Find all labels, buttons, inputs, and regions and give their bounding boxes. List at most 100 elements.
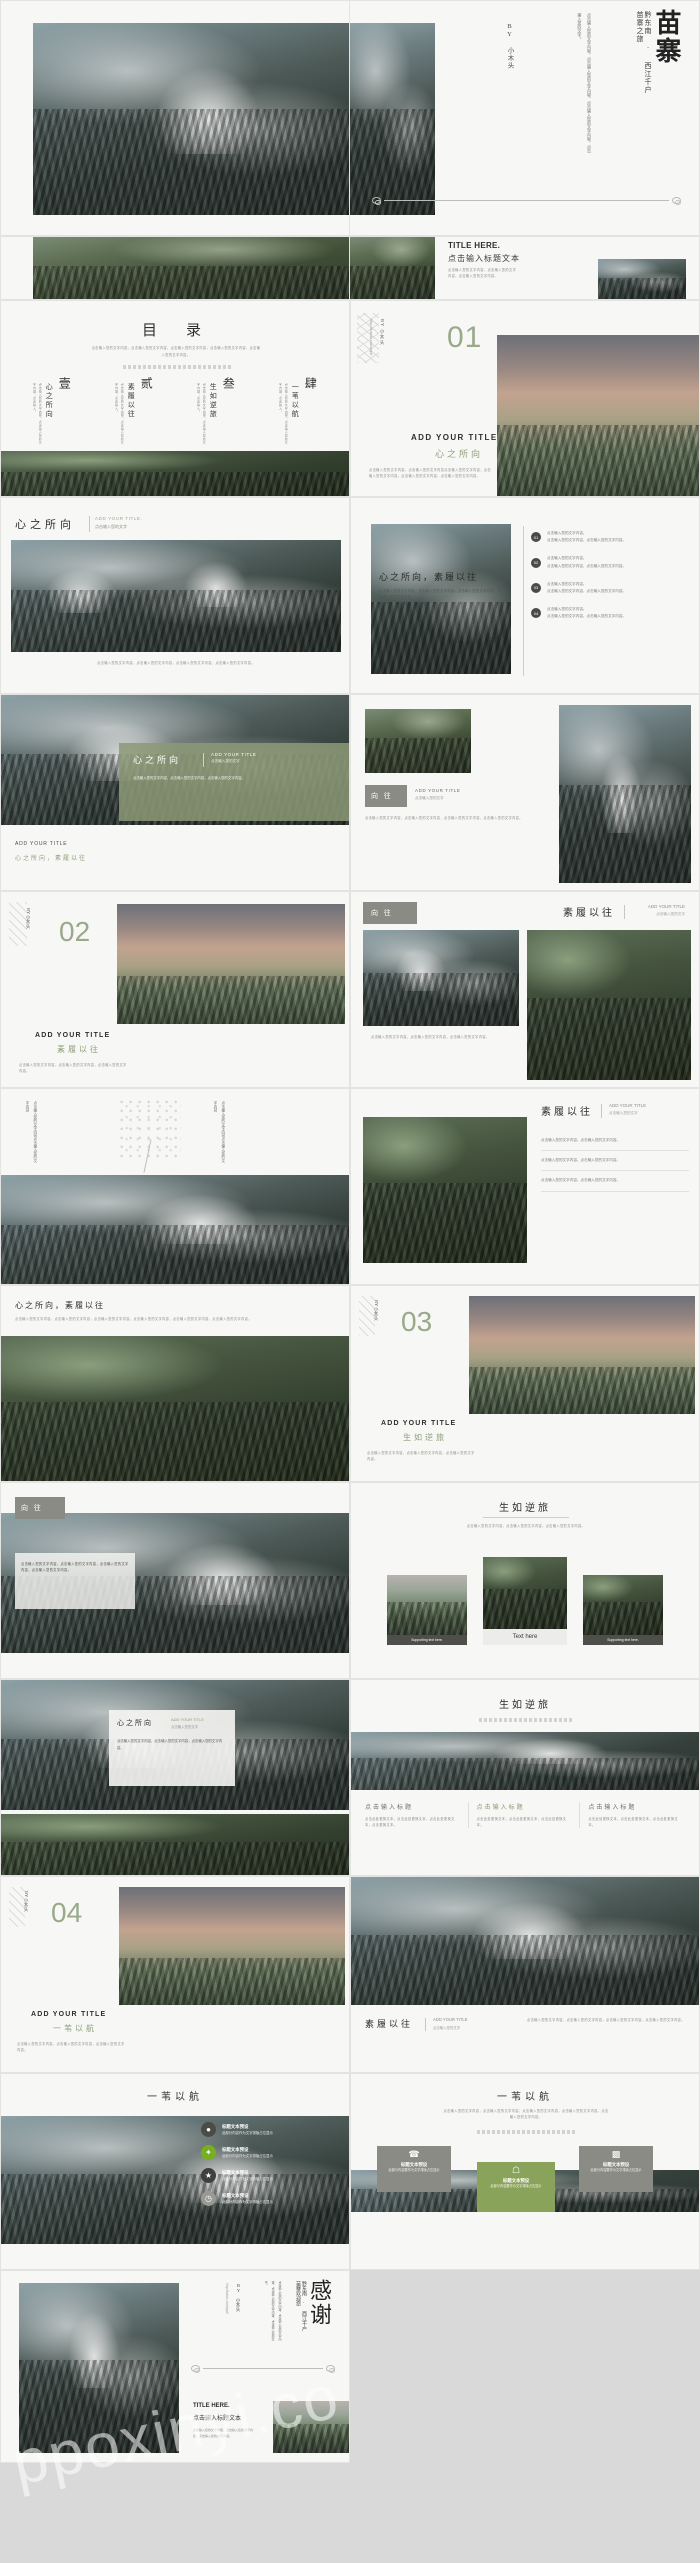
slide-ywyh-boxes[interactable]: 一苇以航 点击输入您的文字内容，点击输入您的文字内容，点击输入您的文字内容，点击… <box>350 2073 700 2270</box>
toc-item-num: 贰 <box>139 377 154 389</box>
srnl-col-body: 点击此处更换文本，点击此处更换文本，点击此处更换文本，点击更换文本。 <box>365 1817 455 1828</box>
bullet-number-badge: 04 <box>531 608 541 619</box>
srnl-col-body: 点击此处更换文本，点击此处更换文本，点击此处更换文本。 <box>476 1817 567 1828</box>
section-01-cn-title: 心之所向 <box>435 449 484 459</box>
toc-item-label: 素履以往 <box>127 383 136 419</box>
slide-cover-left[interactable] <box>0 0 350 236</box>
ywyh-item-body: 此部分内容作为文字排版占位显示 <box>222 2200 273 2204</box>
sy-tag-label: 向 往 <box>371 909 393 917</box>
section-03-body: 点击输入您的文字内容，点击输入您的文字内容，点击输入您的文字内容。 <box>367 1451 475 1462</box>
slide-xzsx3[interactable]: 心之所向 ADD YOUR TITLE 点击输入您的文字 点击输入您的文字内容，… <box>0 1679 350 1876</box>
bullet-row[interactable]: 04 点击输入您的文字内容。 点击输入您的文字内容，点击输入您的文字内容。 <box>531 606 691 620</box>
slide-thanks-left[interactable]: 感谢 黔东南 · 西江千户 苗寨欢迎您 点击输入您的文字内容，点击输入您的文字内… <box>0 2270 350 2463</box>
slide-photo-wide[interactable] <box>0 236 350 300</box>
leaf-icon: ✦ <box>201 2145 216 2160</box>
slide-section-04[interactable]: BY 小木头 04 ADD YOUR TITLE 一苇以航 点击输入您的文字内容… <box>0 1876 350 2073</box>
ywyh-list-item[interactable]: ◷ 标题文本预设 此部分内容作为文字排版占位显示 <box>201 2191 273 2206</box>
section-04-cn-title: 一苇以航 <box>53 2024 97 2033</box>
srnl-col[interactable]: 点击输入标题 点击此处更换文本，点击此处更换文本，点击此处更换文本。 <box>476 1802 581 1829</box>
slide-bullets[interactable]: 心之所向，素履以往 点击输入您的文字内容，点击输入您的文字内容，点击输入您的文字… <box>350 497 700 694</box>
slide-xzsx[interactable]: 心之所向 ADD YOUR TITLE. 点击输入您的文字 点击输入您的文字内容… <box>0 497 350 694</box>
section-01-body: 点击输入您的文字内容，点击输入您的文字内容点击输入您的文字内容，点击输入您的文字… <box>369 468 491 479</box>
green-panel-footer-cn: 心之所向，素履以往 <box>15 856 88 862</box>
srnl-card[interactable]: Text here <box>483 1557 567 1645</box>
slide-dandelion[interactable]: 点击输入您的文字内容点击输入您的文字内容 点击输入您的文字内容点击输入您的文字内… <box>0 1088 350 1285</box>
xw-cn-sub: 点击输入您的文字 <box>415 796 444 800</box>
slide-deck-preview: 苗寨 黔东南 · 西江千户 苗寨之旅 点击输入您的文字内容，点击输入您的文字内容… <box>0 0 700 2563</box>
ywyh-box[interactable]: ☖ 标题文本预设 此部分内容要作为文字排版占位显示 <box>477 2162 555 2212</box>
thanks-ornament <box>191 2365 335 2373</box>
ywyh-item-body: 此部分内容作为文字排版占位显示 <box>222 2177 273 2181</box>
sy2-row: 点击输入您的文字内容。点击输入您的文字内容。 <box>541 1171 689 1192</box>
ywyh-list-item[interactable]: ✦ 标题文本预设 此部分内容作为文字排版占位显示 <box>201 2145 273 2160</box>
toc-item-label: 一苇以航 <box>291 383 300 419</box>
branch-icon-2 <box>9 902 27 946</box>
srnl-col[interactable]: 点击输入标题 点击此处更换文本，点击此处更换文本，点击此处更换文本。 <box>588 1802 685 1828</box>
thanks-subtitle-1: 黔东南 · 西江千户 <box>301 2281 306 2331</box>
xzsx3-body: 点击输入您的文字内容，点击输入您的文字内容，点击输入您的文字内容。 <box>117 1739 223 1750</box>
slide-toc[interactable]: 目 录 点击输入您的文字内容，点击输入您的文字内容，点击输入您的文字内容，点击输… <box>0 300 350 497</box>
xw-body: 点击输入您的文字内容，点击输入您的文字内容，点击输入您的文字内容，点击输入您的文… <box>365 816 523 820</box>
slide-section-03[interactable]: BY 小木头 03 ADD YOUR TITLE 生如逆旅 点击输入您的文字内容… <box>350 1285 700 1482</box>
srnl-3col-title: 生如逆旅 <box>499 1700 551 1711</box>
ywyh-list-item[interactable]: ● 标题文本预设 此部分内容作为文字排版占位显示 <box>201 2122 273 2137</box>
slide-srnl-3col[interactable]: 生如逆旅 点击输入标题 点击此处更换文本，点击此处更换文本，点击此处更换文本，点… <box>350 1679 700 1876</box>
slide-srnl-cards[interactable]: 生如逆旅 点击输入您的文字内容，点击输入您的文字内容，点击输入您的文字内容。 S… <box>350 1482 700 1679</box>
ywyh-list-title: 一苇以航 <box>147 2092 203 2103</box>
slide-xiangwang[interactable]: 向 往 ADD YOUR TITLE 点击输入您的文字 点击输入您的文字内容，点… <box>350 694 700 891</box>
xzsx3-en-title: ADD YOUR TITLE <box>171 1717 204 1722</box>
ywyh-box-body: 此部分内容要作为文字排版占位显示 <box>590 2168 642 2172</box>
xzsx-cn-sub: 点击输入您的文字 <box>95 524 127 529</box>
srnl-cards-title: 生如逆旅 <box>499 1503 551 1514</box>
slide-suliyiwang[interactable]: 向 往 素履以往 ADD YOUR TITLE 点击输入您的文字 点击输入您的文… <box>350 891 700 1088</box>
sy3-title: 素履以往 <box>365 2019 414 2029</box>
slide-section-01[interactable]: BY 小木头 http://baidu.com/ppt/ 01 ADD YOUR… <box>350 300 700 497</box>
xzsx2-heading: 心之所向，素履以往 <box>15 1301 105 1310</box>
dandelion-text-2: 点击输入您的文字内容点击输入您的文字内容 <box>213 1101 226 1163</box>
slide-cover-bottom[interactable]: TITLE HERE. 点击输入标题文本 点击输入您的文字内容，点击输入您的文字… <box>350 236 700 300</box>
bullet-row[interactable]: 03 点击输入您的文字内容。 点击输入您的文字内容，点击输入您的文字内容。 <box>531 581 691 595</box>
toc-item-1[interactable]: 壹 心之所向 点击输入您的文字内容，点击输入您的文字内容，点击输入。 <box>31 377 73 445</box>
slide-sy2[interactable]: 素履以往 ADD YOUR TITLE 点击输入您的文字 点击输入您的文字内容。… <box>350 1088 700 1285</box>
sy-body: 点击输入您的文字内容，点击输入您的文字内容，点击输入您的文字内容。 <box>371 1035 490 1039</box>
slide-ywyh-list[interactable]: 一苇以航 ● 标题文本预设 此部分内容作为文字排版占位显示 ✦ 标题文本预设 此… <box>0 2073 350 2270</box>
toc-item-2[interactable]: 贰 素履以往 点击输入您的文字内容，点击输入您的文字内容，点击输入。 <box>113 377 155 445</box>
bullet-row[interactable]: 01 点击输入您的文字内容。 点击输入您的文字内容，点击输入您的文字内容。 <box>531 530 691 544</box>
star-icon: ★ <box>201 2168 216 2183</box>
ywyh-boxes-desc: 点击输入您的文字内容，点击输入您的文字内容，点击输入您的文字内容，点击输入您的文… <box>443 2109 609 2120</box>
slide-xzsx2[interactable]: 心之所向，素履以往 点击输入您的文字内容，点击输入您的文字内容，点击输入您的文字… <box>0 1285 350 1482</box>
cover-photo <box>33 23 349 215</box>
srnl-col[interactable]: 点击输入标题 点击此处更换文本，点击此处更换文本，点击此处更换文本，点击更换文本… <box>365 1802 469 1829</box>
thanks-photo <box>19 2283 179 2453</box>
bullet-row[interactable]: 02 点击输入您的文字内容。 点击输入您的文字内容，点击输入您的文字内容。 <box>531 555 691 569</box>
toc-item-num: 叁 <box>221 377 236 389</box>
slide-cover-right[interactable]: 苗寨 黔东南 · 西江千户 苗寨之旅 点击输入您的文字内容，点击输入您的文字内容… <box>350 0 700 236</box>
slide-xw2[interactable]: 向 往 点击输入您的文字内容，点击输入您的文字内容，点击输入您的文字内容，点击输… <box>0 1482 350 1679</box>
cover-photo-cont <box>350 23 435 215</box>
srnl-card[interactable]: Supporting text here. <box>387 1575 467 1645</box>
sy3-cn-sub: 点击输入您的文字 <box>433 2026 461 2030</box>
toc-item-3[interactable]: 叁 生如逆旅 点击输入您的文字内容，点击输入您的文字内容，点击输入。 <box>195 377 237 445</box>
ywyh-list-item[interactable]: ★ 标题文本预设 此部分内容作为文字排版占位显示 <box>201 2168 273 2183</box>
ornament-right-icon <box>672 197 681 205</box>
bullet-line-2: 点击输入您的文字内容，点击输入您的文字内容。 <box>547 563 627 568</box>
section-01-photo <box>497 335 699 496</box>
toc-item-label: 心之所向 <box>45 383 54 419</box>
srnl-col-head: 点击输入标题 <box>588 1805 637 1811</box>
clock-icon: ◷ <box>201 2191 216 2206</box>
toc-item-note: 点击输入您的文字内容，点击输入您的文字内容，点击输入。 <box>32 383 43 445</box>
slide-sy3[interactable]: 素履以往 ADD YOUR TITLE 点击输入您的文字 点击输入您的文字内容，… <box>350 1876 700 2073</box>
srnl-cards-desc: 点击输入您的文字内容，点击输入您的文字内容，点击输入您的文字内容。 <box>466 1524 586 1528</box>
ywyh-box[interactable]: ▩ 标题文本预设 此部分内容要作为文字排版占位显示 <box>579 2146 653 2192</box>
toc-item-4[interactable]: 肆 一苇以航 点击输入您的文字内容，点击输入您的文字内容，点击输入。 <box>277 377 319 445</box>
srnl-card[interactable]: Supporting text here. <box>583 1575 663 1645</box>
section-02-photo <box>117 904 345 1024</box>
slide-green-panel[interactable]: 心之所向 ADD YOUR TITLE 点击输入您的文字 点击输入您的文字内容，… <box>0 694 350 891</box>
cover-ornament-divider <box>372 197 681 205</box>
wide-photo-cont <box>350 237 435 299</box>
slide-section-02[interactable]: BY 小木头 02 ADD YOUR TITLE 素履以往 点击输入您的文字内容… <box>0 891 350 1088</box>
thanks-bottom-body: 点击输入您的文字内容，点击输入您的文字内容，点击输入您的文字内容。 <box>193 2428 254 2438</box>
ywyh-box[interactable]: ☎ 标题文本预设 此部分内容要作为文字排版占位显示 <box>377 2146 451 2192</box>
cover-bottom-body: 点击输入您的文字内容，点击输入您的文字内容，点击输入您的文字内容。 <box>448 268 517 279</box>
cover-byline: BY 小木头 <box>506 23 513 70</box>
